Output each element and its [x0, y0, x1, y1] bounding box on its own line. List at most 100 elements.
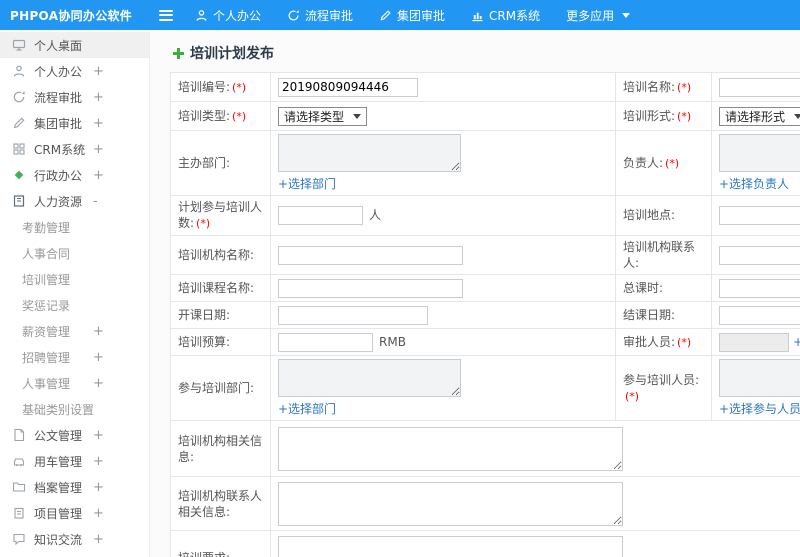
sidebar-item-archive[interactable]: 档案管理 + [0, 474, 149, 500]
participant-count-input[interactable] [278, 206, 363, 226]
chat-icon [12, 532, 27, 547]
page-title: 培训计划发布 [190, 46, 274, 62]
requirement-textarea[interactable] [278, 536, 623, 557]
org-info-label: 培训机构相关信息: [170, 420, 271, 478]
training-plan-form: 培训编号:(*) 培训名称:(*) 培训类型:(*) 请选择类型 培训形式:(*… [170, 72, 800, 557]
sidebar-item-vehicle[interactable]: 用车管理 + [0, 448, 149, 474]
approver-label: 审批人员: (*) [615, 328, 712, 357]
requirement-label: 培训要求: [170, 530, 271, 557]
sidebar-item-knowledge[interactable]: 知识交流 + [0, 526, 149, 552]
topnav-workflow[interactable]: 流程审批 [274, 0, 366, 30]
sidebar-item-crm[interactable]: CRM系统 + [0, 136, 149, 162]
budget-label: 培训预算: [170, 328, 271, 357]
car-icon [12, 454, 27, 469]
document-icon [12, 428, 27, 443]
topbar: PHPOA协同办公软件 个人办公 流程审批 集团审批 CRM系统 更多应用 [0, 0, 800, 30]
org-contact-info-label: 培训机构联系人相关信息: [170, 476, 271, 532]
training-type-label: 培训类型: (*) [170, 101, 271, 131]
sidebar-item-training[interactable]: 培训管理 [0, 266, 149, 292]
org-contact-input[interactable] [719, 245, 800, 265]
leader-label: 负责人: (*) [615, 130, 712, 196]
unit-suffix: 人 [369, 208, 382, 223]
sidebar-item-attendance[interactable]: 考勤管理 [0, 214, 149, 240]
sidebar-item-salary[interactable]: 薪资管理 + [0, 318, 149, 344]
topnav-more-apps[interactable]: 更多应用 [553, 0, 643, 30]
sidebar-item-hr-contract[interactable]: 人事合同 [0, 240, 149, 266]
hamburger-icon[interactable] [150, 0, 182, 30]
start-date-input[interactable] [278, 305, 428, 325]
diamond-icon [12, 168, 27, 183]
training-mode-select[interactable]: 请选择形式 [719, 106, 800, 126]
join-people-textarea[interactable] [719, 359, 800, 398]
required-mark: (*) [677, 109, 692, 123]
select-join-people-link[interactable]: +选择参与人员 [719, 400, 800, 417]
app-brand: PHPOA协同办公软件 [10, 8, 133, 23]
user-icon [195, 9, 208, 22]
org-name-input[interactable] [278, 245, 463, 265]
topnav-group-approval[interactable]: 集团审批 [366, 0, 458, 30]
select-approver-link[interactable]: +选择审批人员 [793, 335, 800, 349]
top-navigation: 个人办公 流程审批 集团审批 CRM系统 更多应用 [182, 0, 643, 30]
plus-icon [172, 47, 185, 60]
topnav-crm[interactable]: CRM系统 [458, 0, 553, 30]
sidebar-item-hr[interactable]: 人力资源 - [0, 188, 149, 214]
required-mark: (*) [625, 390, 640, 404]
approver-input[interactable] [719, 332, 789, 352]
training-no-input[interactable] [278, 77, 418, 97]
user-icon [12, 64, 27, 79]
topnav-label: CRM系统 [489, 8, 541, 23]
leader-textarea[interactable] [719, 134, 800, 172]
org-contact-info-textarea[interactable] [278, 481, 623, 526]
org-name-label: 培训机构名称: [170, 235, 271, 276]
org-contact-label: 培训机构联系人: [615, 235, 712, 276]
host-dept-textarea[interactable] [278, 134, 461, 172]
training-place-input[interactable] [719, 206, 800, 226]
required-mark: (*) [677, 80, 692, 94]
join-dept-textarea[interactable] [278, 359, 461, 398]
topnav-label: 集团审批 [397, 8, 446, 23]
required-mark: (*) [665, 156, 680, 170]
sidebar-item-desktop[interactable]: 个人桌面 [0, 32, 149, 58]
required-mark: (*) [677, 335, 692, 349]
currency-suffix: RMB [379, 334, 406, 349]
select-join-dept-link[interactable]: +选择部门 [278, 400, 336, 417]
participant-count-label: 计划参与培训人数: (*) [170, 194, 271, 237]
training-type-select[interactable]: 请选择类型 [278, 106, 368, 126]
end-date-input[interactable] [719, 305, 800, 325]
training-no-label: 培训编号: (*) [170, 72, 271, 102]
sidebar-item-project[interactable]: 项目管理 + [0, 500, 149, 526]
sidebar-item-workflow[interactable]: 流程审批 + [0, 84, 149, 110]
topnav-label: 更多应用 [566, 8, 615, 23]
sidebar-item-recruit[interactable]: 招聘管理 + [0, 344, 149, 370]
topnav-label: 个人办公 [213, 8, 262, 23]
training-mode-label: 培训形式: (*) [615, 101, 712, 131]
caret-down-icon [794, 113, 800, 119]
sidebar-item-personnel[interactable]: 人事管理 + [0, 370, 149, 396]
select-leader-link[interactable]: +选择负责人 [719, 175, 789, 192]
sidebar-item-group-approval[interactable]: 集团审批 + [0, 110, 149, 136]
sidebar-item-base-category[interactable]: 基础类别设置 [0, 396, 149, 422]
end-date-label: 结课日期: [615, 301, 712, 330]
sidebar-item-document[interactable]: 公文管理 + [0, 422, 149, 448]
total-hours-input[interactable] [719, 278, 800, 298]
course-name-label: 培训课程名称: [170, 274, 271, 303]
bar-chart-icon [471, 9, 484, 22]
course-name-input[interactable] [278, 278, 463, 298]
budget-input[interactable] [278, 332, 373, 352]
clipboard-icon [12, 506, 27, 521]
join-people-label: 参与培训人员:(*) [615, 355, 712, 422]
topnav-personal-office[interactable]: 个人办公 [182, 0, 274, 30]
sidebar-item-reward-record[interactable]: 奖惩记录 [0, 292, 149, 318]
flow-icon [12, 90, 27, 105]
select-dept-link[interactable]: +选择部门 [278, 175, 336, 192]
caret-down-icon [353, 113, 362, 119]
sidebar-item-admin-office[interactable]: 行政办公 + [0, 162, 149, 188]
edit-icon [12, 116, 27, 131]
training-name-input[interactable] [719, 77, 800, 97]
grid-icon [12, 142, 27, 157]
org-info-textarea[interactable] [278, 426, 623, 471]
topnav-label: 流程审批 [305, 8, 354, 23]
folder-icon [12, 480, 27, 495]
sidebar-item-personal-office[interactable]: 个人办公 + [0, 58, 149, 84]
training-name-label: 培训名称: (*) [615, 72, 712, 102]
